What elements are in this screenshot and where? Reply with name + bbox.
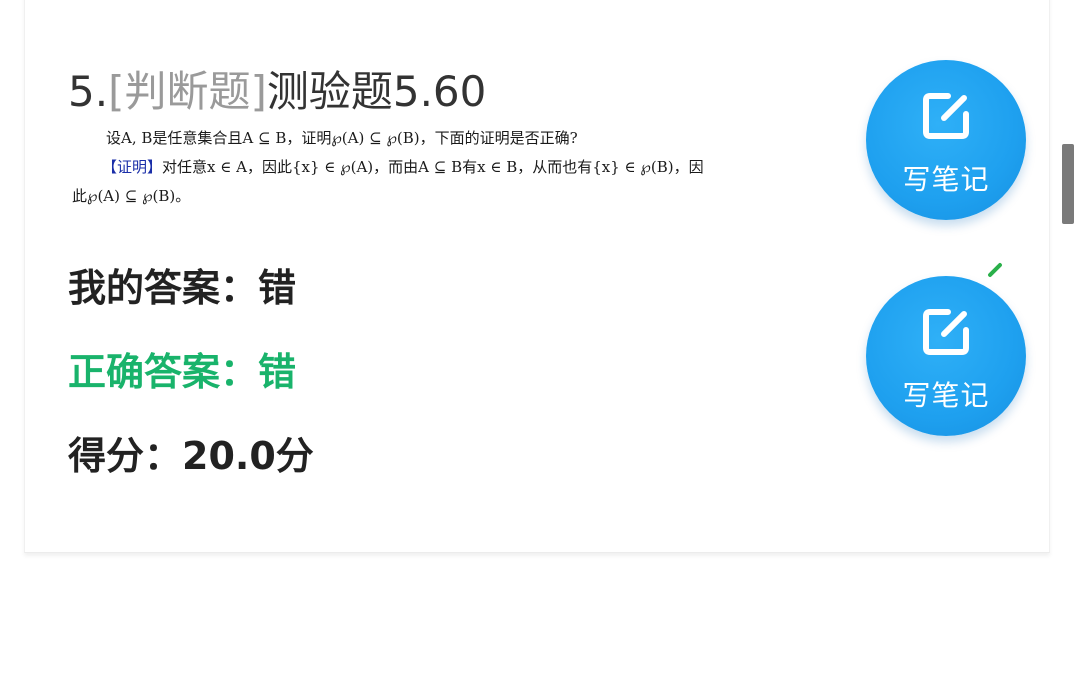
question-title: 5.[判断题]测验题5.60 — [68, 64, 486, 120]
question-statement: 设A, B是任意集合且A ⊆ B，证明℘(A) ⊆ ℘(B)，下面的证明是否正确… — [106, 129, 578, 147]
proof-label: 【证明】 — [102, 158, 163, 176]
proof-conclusion: 此℘(A) ⊆ ℘(B)。 — [72, 187, 191, 205]
proof-text: 对任意x ∈ A，因此{x} ∈ ℘(A)，而由A ⊆ B有x ∈ B，从而也有… — [162, 158, 704, 176]
write-note-button[interactable]: 写笔记 — [866, 60, 1026, 220]
edit-note-icon — [923, 93, 969, 139]
scrollbar-thumb[interactable] — [1062, 144, 1074, 224]
question-name: 测验题5.60 — [266, 67, 487, 116]
correct-answer: 正确答案：错 — [68, 350, 297, 394]
write-note-label: 写笔记 — [902, 163, 990, 196]
proof-line: 【证明】对任意x ∈ A，因此{x} ∈ ℘(A)，而由A ⊆ B有x ∈ B，… — [72, 153, 812, 182]
page: 5.[判断题]测验题5.60 设A, B是任意集合且A ⊆ B，证明℘(A) ⊆… — [0, 0, 1080, 684]
question-type: [判断题] — [108, 67, 267, 116]
write-note-button[interactable]: 写笔记 — [866, 276, 1026, 436]
write-note-label: 写笔记 — [902, 379, 990, 412]
edit-note-icon — [923, 309, 969, 355]
score: 得分：20.0分 — [68, 434, 314, 478]
my-answer: 我的答案：错 — [68, 266, 297, 310]
question-number: 5. — [68, 67, 109, 116]
question-body: 设A, B是任意集合且A ⊆ B，证明℘(A) ⊆ ℘(B)，下面的证明是否正确… — [72, 124, 812, 211]
